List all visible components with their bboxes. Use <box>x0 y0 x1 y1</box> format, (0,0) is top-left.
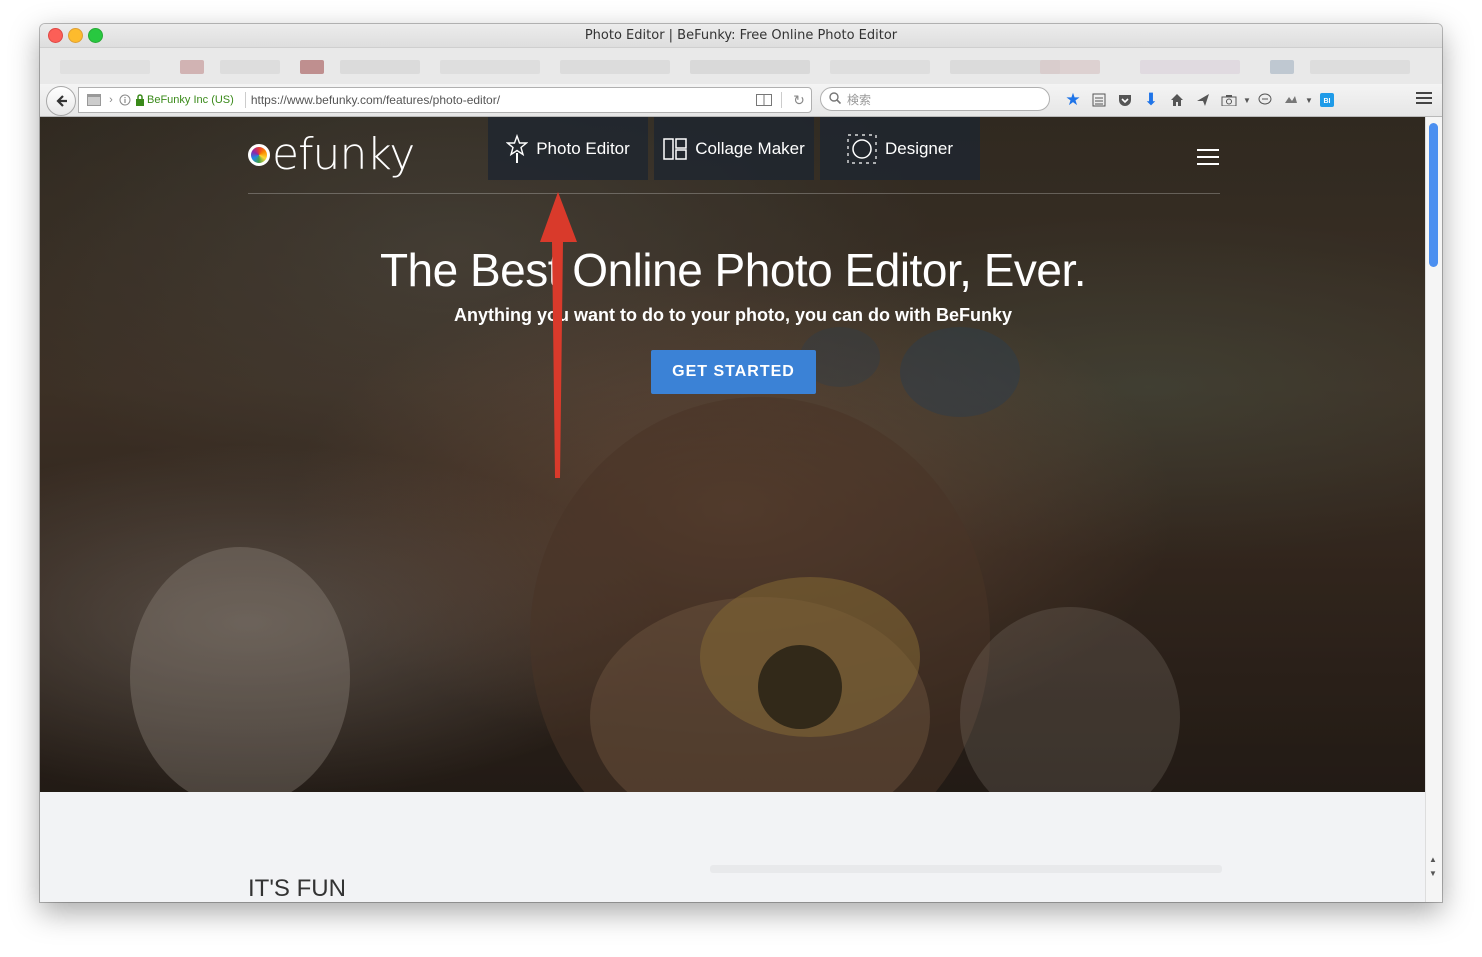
collage-grid-icon <box>663 137 687 160</box>
hero-section: efunky Photo Editor Collage Maker Design… <box>40 117 1426 792</box>
nav-tab-label: Designer <box>884 138 954 158</box>
home-icon[interactable] <box>1164 88 1190 112</box>
info-icon[interactable] <box>117 88 133 112</box>
send-icon[interactable] <box>1190 88 1216 112</box>
logo-color-ring-icon <box>248 143 270 166</box>
site-identity-label[interactable]: BeFunky Inc (US) <box>147 94 234 106</box>
scroll-down-arrow-icon[interactable]: ▼ <box>1429 869 1437 878</box>
get-started-button[interactable]: GET STARTED <box>651 350 816 394</box>
reader-view-icon[interactable] <box>752 88 776 112</box>
hero-subheadline: Anything you want to do to your photo, y… <box>454 305 1012 325</box>
extension-icon[interactable] <box>1278 88 1304 112</box>
dropdown-arrow-icon[interactable]: ▼ <box>1242 88 1252 112</box>
search-icon <box>829 91 842 107</box>
reader-list-icon[interactable] <box>83 88 105 112</box>
section-title: IT'S FUN <box>248 875 346 902</box>
svg-text:BI: BI <box>1324 98 1331 105</box>
lock-icon <box>133 88 147 112</box>
search-bar[interactable]: 検索 <box>820 87 1050 111</box>
chat-bubble-icon[interactable] <box>1252 88 1278 112</box>
browser-window: Photo Editor | BeFunky: Free Online Phot… <box>40 24 1442 902</box>
toolbar-icons: ★ ⬇ ▼ ▼ BI <box>1060 88 1340 112</box>
designer-circle-icon <box>847 133 877 164</box>
page-content: efunky Photo Editor Collage Maker Design… <box>40 117 1426 902</box>
hero-headline: The Best Online Photo Editor, Ever. <box>379 244 1087 296</box>
hero-divider <box>248 193 1220 194</box>
browser-menu-icon[interactable] <box>1416 91 1432 110</box>
window-title: Photo Editor | BeFunky: Free Online Phot… <box>584 28 898 43</box>
title-bar: Photo Editor | BeFunky: Free Online Phot… <box>40 24 1442 48</box>
section-divider-bar <box>710 865 1222 873</box>
bookmarks-list-icon[interactable] <box>1086 88 1112 112</box>
pocket-icon[interactable] <box>1112 88 1138 112</box>
url-bar[interactable]: › BeFunky Inc (US) https://www.befunky.c… <box>78 87 812 113</box>
hero-overlay <box>40 117 1426 792</box>
url-separator <box>244 92 246 108</box>
befunky-logo[interactable]: efunky <box>248 129 415 180</box>
nav-tab-label: Photo Editor <box>536 138 630 158</box>
scroll-thumb[interactable] <box>1429 123 1438 267</box>
back-arrow-icon <box>56 95 67 107</box>
logo-text: efunky <box>272 129 415 180</box>
tab-strip <box>40 48 1442 84</box>
page-scrollbar[interactable]: ▲ ▼ <box>1425 117 1442 902</box>
chevron-right-icon: › <box>109 94 113 106</box>
dropdown-arrow-icon[interactable]: ▼ <box>1304 88 1314 112</box>
product-nav: Photo Editor Collage Maker Designer <box>488 117 980 180</box>
bookmark-star-icon[interactable]: ★ <box>1060 88 1086 112</box>
search-placeholder: 検索 <box>847 92 872 107</box>
star-wand-icon <box>506 133 529 163</box>
nav-tab-photo-editor[interactable]: Photo Editor <box>488 117 648 180</box>
navigation-toolbar: › BeFunky Inc (US) https://www.befunky.c… <box>40 84 1442 117</box>
screenshot-camera-icon[interactable] <box>1216 88 1242 112</box>
nav-tab-collage-maker[interactable]: Collage Maker <box>654 117 814 180</box>
reload-icon[interactable]: ↻ <box>787 88 811 112</box>
url-text[interactable]: https://www.befunky.com/features/photo-e… <box>251 93 752 107</box>
bi-extension-icon[interactable]: BI <box>1314 88 1340 112</box>
scroll-up-arrow-icon[interactable]: ▲ <box>1429 855 1437 864</box>
site-menu-hamburger-icon[interactable] <box>1197 149 1219 165</box>
nav-tab-designer[interactable]: Designer <box>820 117 980 180</box>
nav-tab-label: Collage Maker <box>695 138 805 158</box>
back-button[interactable] <box>46 86 76 116</box>
download-icon[interactable]: ⬇ <box>1138 88 1164 112</box>
